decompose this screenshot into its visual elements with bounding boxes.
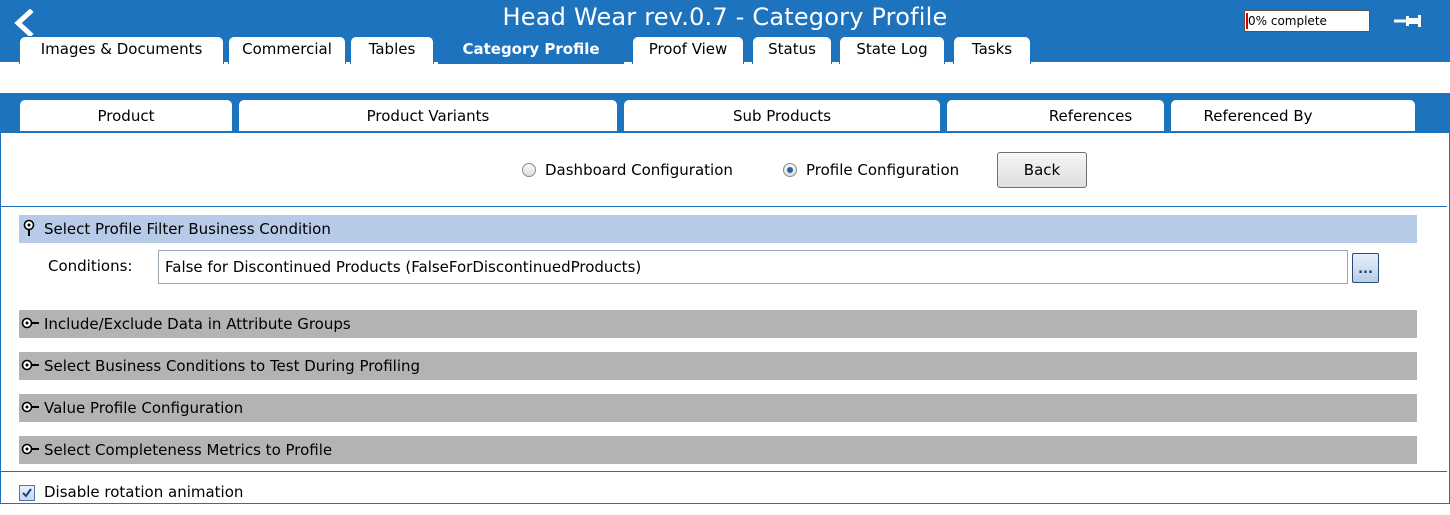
- tab-sub-products[interactable]: Sub Products: [623, 99, 941, 131]
- tab-proof-view[interactable]: Proof View: [632, 36, 744, 64]
- tab-images-documents[interactable]: Images & Documents: [19, 36, 224, 64]
- divider: [1, 206, 1447, 207]
- section-title: Select Completeness Metrics to Profile: [44, 441, 333, 459]
- section-title: Select Profile Filter Business Condition: [44, 220, 331, 238]
- divider: [1, 471, 1447, 472]
- expand-icon[interactable]: [19, 394, 39, 422]
- section-business-conditions[interactable]: Select Business Conditions to Test Durin…: [19, 352, 1417, 380]
- back-button[interactable]: Back: [997, 152, 1087, 188]
- disable-rotation-label[interactable]: Disable rotation animation: [44, 483, 243, 501]
- expand-icon[interactable]: [19, 436, 39, 464]
- section-value-profile[interactable]: Value Profile Configuration: [19, 394, 1417, 422]
- progress-fill: [1246, 13, 1248, 29]
- section-title: Select Business Conditions to Test Durin…: [44, 357, 421, 375]
- section-completeness-metrics[interactable]: Select Completeness Metrics to Profile: [19, 436, 1417, 464]
- expand-icon[interactable]: [19, 310, 39, 338]
- tab-commercial[interactable]: Commercial: [228, 36, 346, 64]
- disable-rotation-checkbox[interactable]: [19, 485, 35, 501]
- collapse-icon[interactable]: [19, 215, 39, 243]
- profile-configuration-label[interactable]: Profile Configuration: [806, 161, 959, 179]
- browse-conditions-button[interactable]: ...: [1352, 253, 1379, 283]
- progress-text: 0% complete: [1248, 14, 1327, 28]
- page-title: Head Wear rev.0.7 - Category Profile: [502, 3, 948, 31]
- progress-indicator: 0% complete: [1244, 10, 1370, 32]
- section-attribute-groups[interactable]: Include/Exclude Data in Attribute Groups: [19, 310, 1417, 338]
- tab-references[interactable]: References: [946, 99, 1165, 131]
- profile-configuration-radio[interactable]: [783, 163, 797, 177]
- dashboard-configuration-radio[interactable]: [522, 163, 536, 177]
- tab-tasks[interactable]: Tasks: [953, 36, 1031, 64]
- dashboard-configuration-label[interactable]: Dashboard Configuration: [545, 161, 733, 179]
- tab-referenced-by[interactable]: Referenced By: [1170, 99, 1416, 131]
- section-title: Include/Exclude Data in Attribute Groups: [44, 315, 351, 333]
- tab-state-log[interactable]: State Log: [839, 36, 945, 64]
- tab-product-variants[interactable]: Product Variants: [238, 99, 618, 131]
- expand-icon[interactable]: [19, 352, 39, 380]
- title-bar: Head Wear rev.0.7 - Category Profile 0% …: [0, 0, 1450, 64]
- tab-product[interactable]: Product: [19, 99, 233, 131]
- checkmark-icon: [22, 488, 32, 498]
- section-title: Value Profile Configuration: [44, 399, 244, 417]
- conditions-field[interactable]: False for Discontinued Products (FalseFo…: [158, 250, 1348, 284]
- pin-icon[interactable]: [1392, 13, 1426, 29]
- tab-tables[interactable]: Tables: [350, 36, 434, 64]
- section-profile-filter[interactable]: Select Profile Filter Business Condition: [19, 215, 1417, 243]
- tab-status[interactable]: Status: [752, 36, 832, 64]
- tab-category-profile[interactable]: Category Profile: [438, 36, 624, 64]
- conditions-label: Conditions:: [48, 257, 133, 275]
